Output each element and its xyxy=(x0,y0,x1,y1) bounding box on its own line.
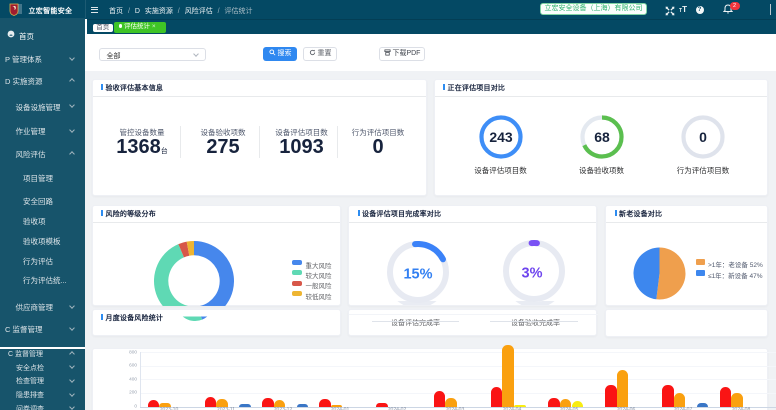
svg-text:0: 0 xyxy=(699,129,707,145)
svg-text:68: 68 xyxy=(594,129,610,145)
svg-text:15%: 15% xyxy=(403,266,432,282)
svg-text:3%: 3% xyxy=(522,266,543,282)
svg-text:243: 243 xyxy=(489,129,513,145)
